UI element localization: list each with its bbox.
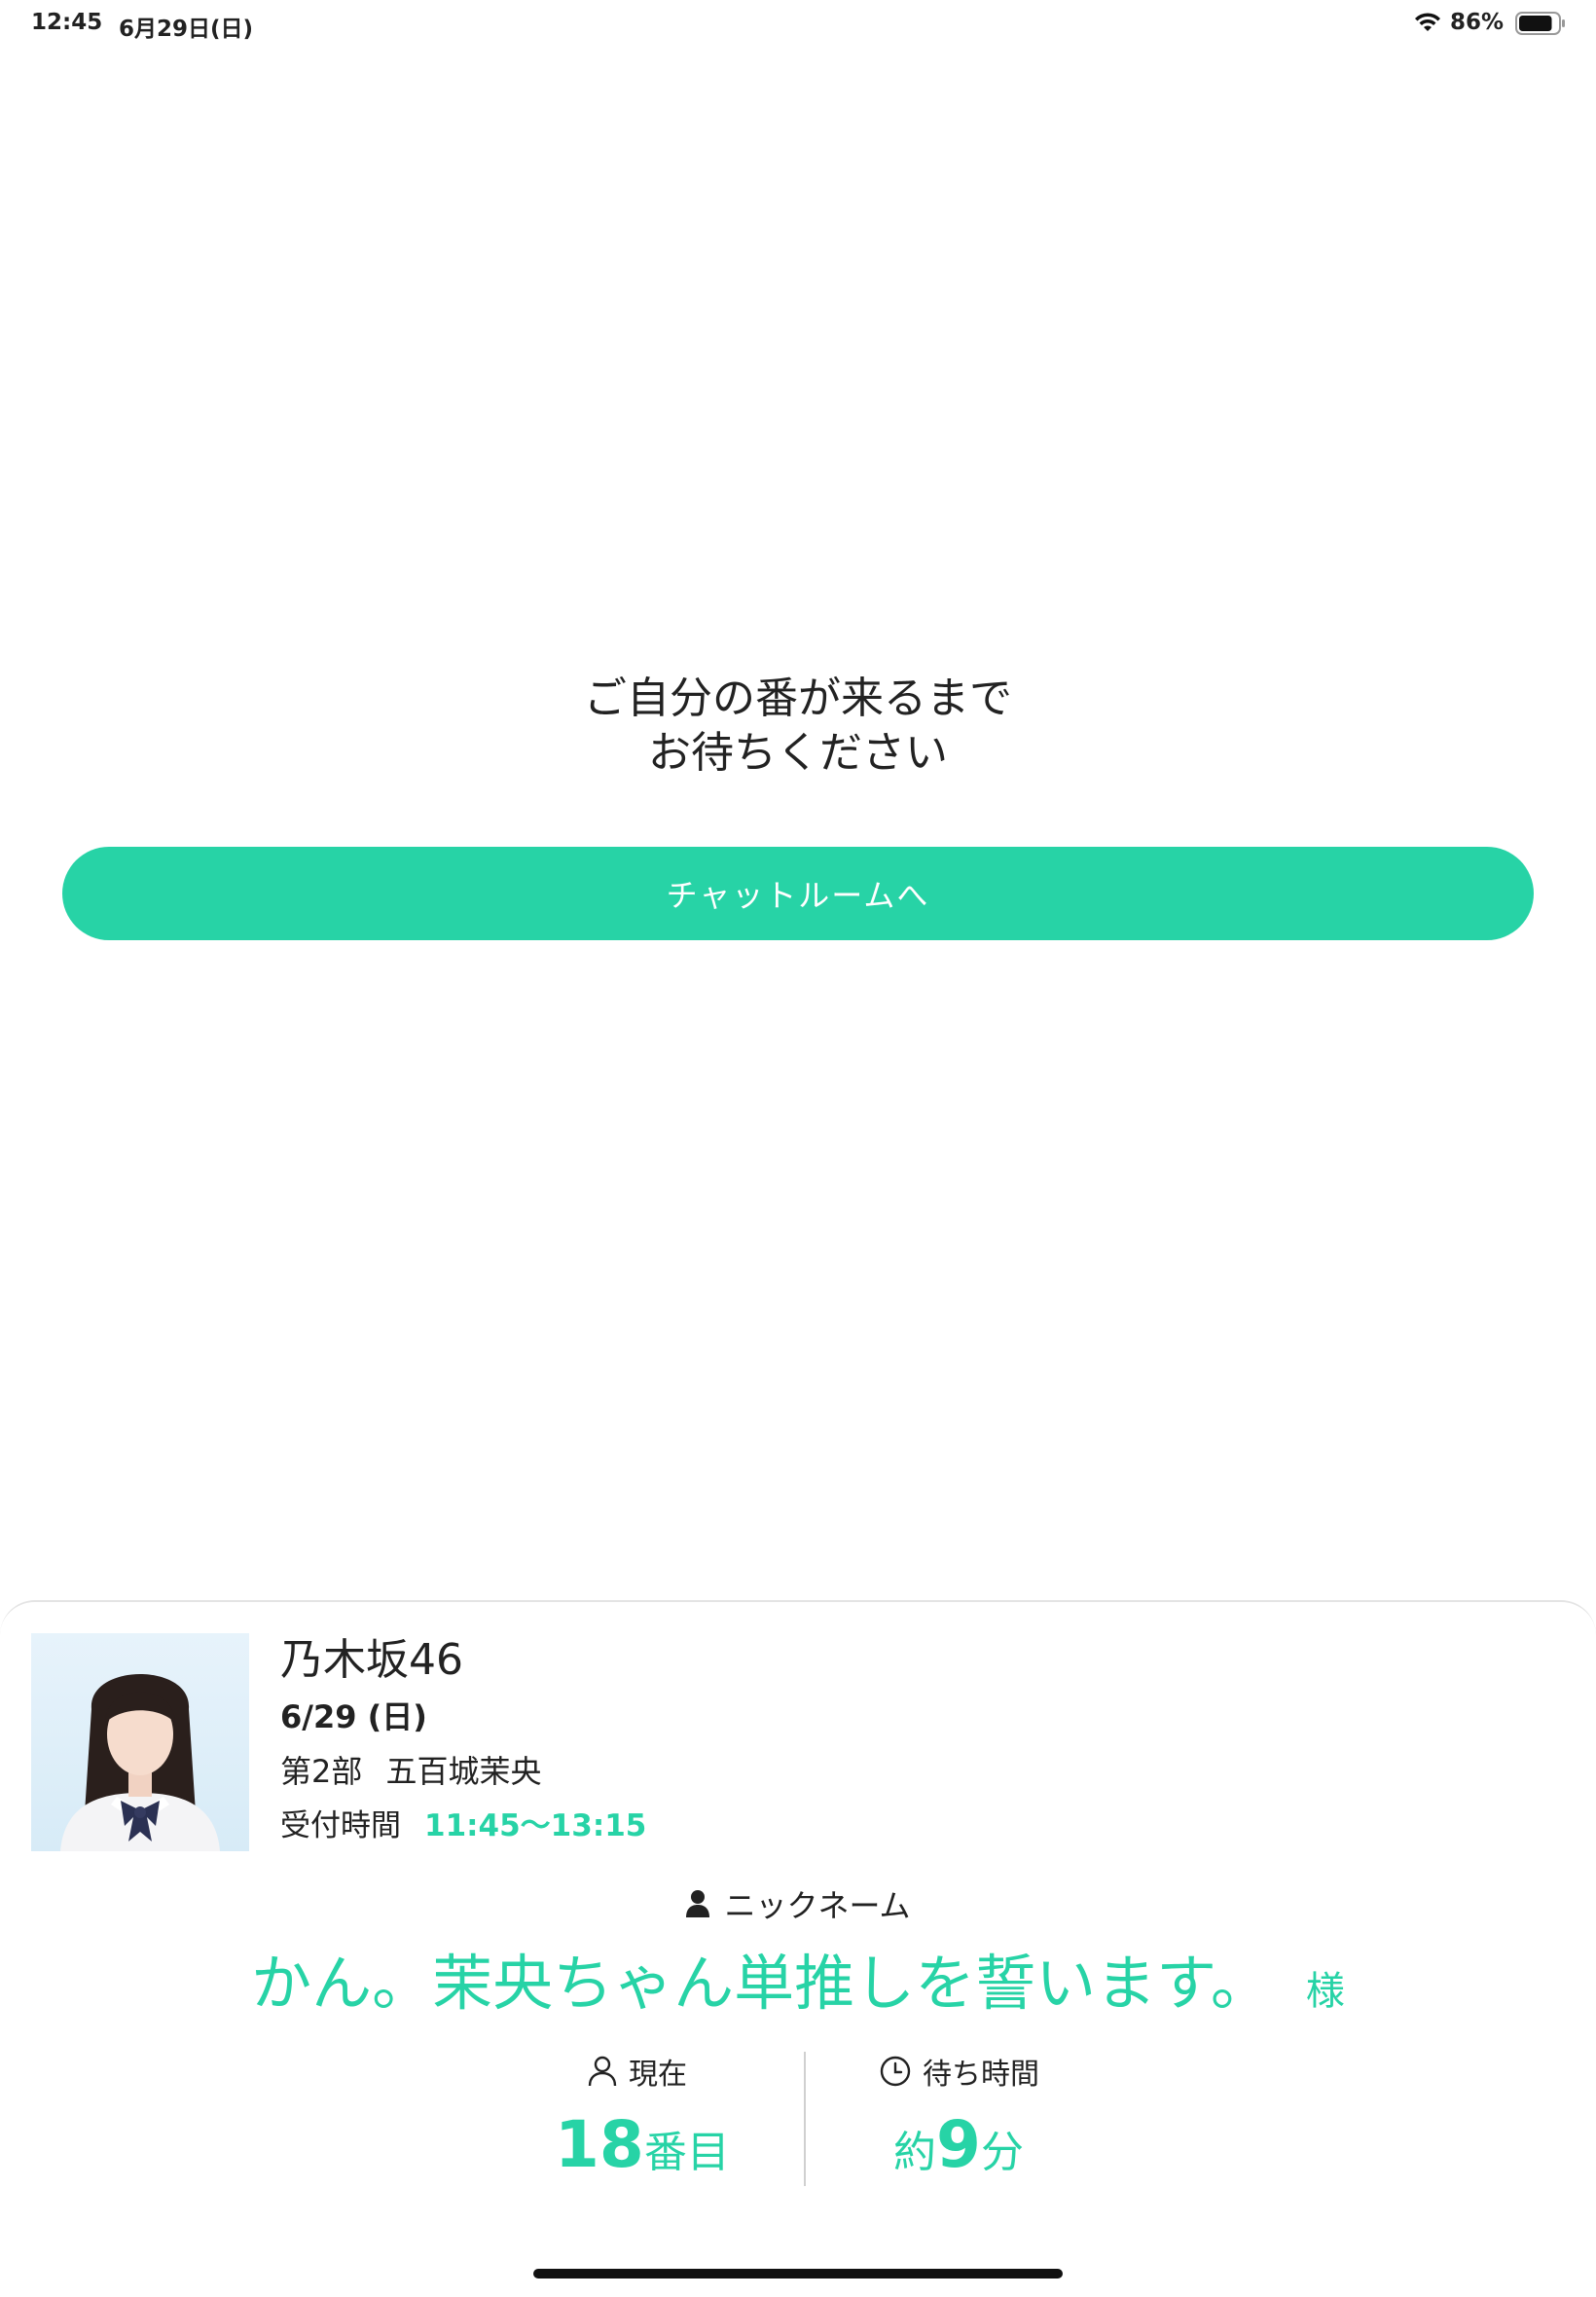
wait-message-line2: お待ちください bbox=[648, 728, 948, 778]
wait-label: 待ち時間 bbox=[923, 2058, 1039, 2092]
member-name: 五百城茉央 bbox=[385, 1753, 542, 1790]
wifi-icon bbox=[1415, 13, 1440, 31]
home-indicator[interactable] bbox=[533, 2269, 1063, 2279]
event-date: 6/29 (日) bbox=[280, 1698, 427, 1735]
nickname-value: かん。茉央ちゃん単推しを誓います。 bbox=[251, 1948, 1271, 2019]
wait-message-line1: ご自分の番が来るまで bbox=[584, 674, 1012, 723]
queue-position-number: 18 bbox=[555, 2107, 644, 2182]
nickname-suffix: 様 bbox=[1305, 1969, 1345, 2014]
wait-time: 約9分 bbox=[893, 2106, 1024, 2184]
chat-room-button[interactable]: チャットルームへ bbox=[62, 847, 1534, 940]
reception-label: 受付時間 bbox=[280, 1808, 401, 1843]
session-number: 第2部 bbox=[280, 1753, 363, 1790]
queue-position: 18番目 bbox=[555, 2106, 730, 2184]
battery-percent: 86% bbox=[1450, 10, 1505, 35]
clock-icon bbox=[880, 2056, 911, 2087]
current-label: 現在 bbox=[629, 2058, 687, 2092]
wait-message: ご自分の番が来るまで お待ちください bbox=[0, 672, 1596, 781]
reception-time: 11:45〜13:15 bbox=[424, 1808, 647, 1843]
member-photo-image bbox=[60, 1674, 220, 1851]
battery-icon bbox=[1515, 12, 1565, 35]
nickname-label: ニックネーム bbox=[724, 1887, 911, 1924]
stats-divider bbox=[804, 2052, 806, 2186]
wait-time-label: 待ち時間 bbox=[880, 2052, 1039, 2092]
person-icon bbox=[686, 1890, 710, 1917]
screen: 12:45 6月29日(日) 86% ご自分の番が来るまで お待ちください チャ… bbox=[0, 0, 1596, 2297]
status-time: 12:45 bbox=[31, 10, 103, 35]
member-photo bbox=[31, 1633, 249, 1851]
nickname-label-row: ニックネーム bbox=[0, 1884, 1596, 1924]
group-name: 乃木坂46 bbox=[280, 1635, 463, 1685]
nickname-row: かん。茉央ちゃん単推しを誓います。様 bbox=[0, 1947, 1596, 2021]
wait-time-unit: 分 bbox=[980, 2128, 1024, 2177]
session-member: 第2部 五百城茉央 bbox=[280, 1752, 542, 1791]
status-bar: 12:45 6月29日(日) 86% bbox=[0, 0, 1596, 47]
wait-time-number: 9 bbox=[936, 2107, 981, 2182]
person-outline-icon bbox=[588, 2056, 617, 2087]
queue-position-unit: 番目 bbox=[643, 2128, 730, 2177]
current-position-label: 現在 bbox=[588, 2052, 687, 2092]
wait-time-prefix: 約 bbox=[893, 2128, 936, 2177]
status-date: 6月29日(日) bbox=[119, 17, 254, 42]
